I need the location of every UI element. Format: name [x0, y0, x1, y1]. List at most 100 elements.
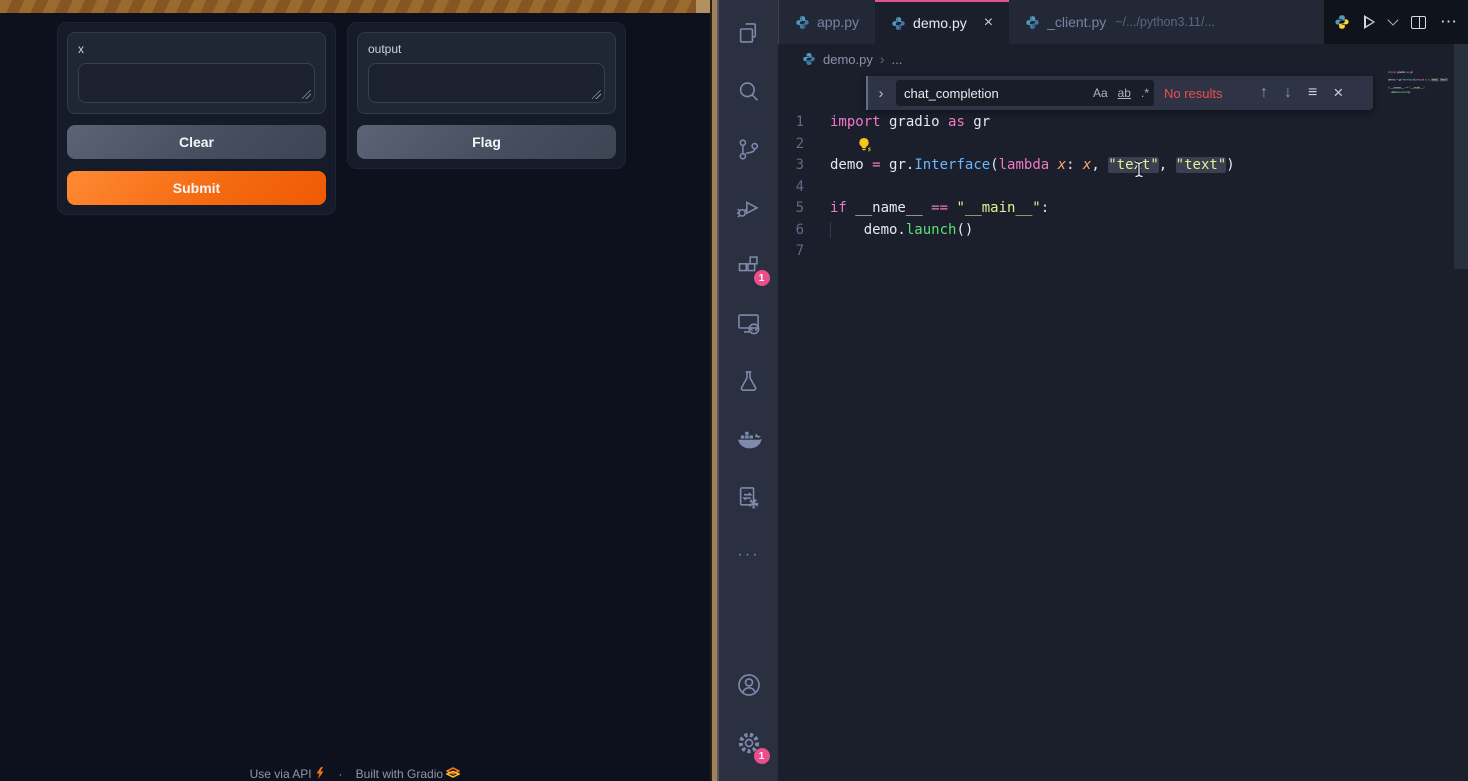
- breadcrumb-file[interactable]: demo.py: [823, 52, 873, 67]
- code-token: launch: [1400, 90, 1409, 93]
- gradio-footer: Use via API · Built with Gradio: [0, 767, 710, 781]
- code-line[interactable]: 5if __name__ == "__main__":: [778, 198, 1452, 220]
- code-token: =: [872, 157, 880, 173]
- remote-explorer-icon[interactable]: [725, 299, 773, 347]
- code-token: gr.: [881, 157, 915, 173]
- code-token: ,: [1159, 157, 1176, 173]
- tab-path-description: ~/.../python3.11/...: [1115, 15, 1215, 29]
- more-actions-icon[interactable]: ⋯: [1440, 12, 1458, 32]
- code-text: [830, 241, 838, 263]
- line-number: 5: [778, 198, 830, 220]
- split-editor-icon[interactable]: [1411, 16, 1426, 29]
- code-token: ): [1226, 157, 1234, 173]
- code-token: gradio: [881, 114, 948, 130]
- clear-button[interactable]: Clear: [67, 125, 326, 159]
- gradio-app-pane: x Clear Submit output Flag Use via API ·…: [0, 0, 710, 781]
- python-file-icon: [802, 52, 816, 66]
- activity-bar: 1 ··· 1: [719, 0, 778, 781]
- editor-region: app.py demo.py × _client.py ~/.../python…: [778, 0, 1468, 781]
- code-text: [830, 177, 838, 199]
- tab-client-py[interactable]: _client.py ~/.../python3.11/...: [1009, 0, 1231, 44]
- code-text: demo.launch(): [1388, 90, 1410, 94]
- line-number: 2: [778, 134, 830, 156]
- code-token: (): [1408, 90, 1410, 93]
- code-token: "text": [1176, 157, 1227, 173]
- testing-icon[interactable]: [725, 357, 773, 405]
- accounts-icon[interactable]: [725, 661, 773, 709]
- settings-badge: 1: [754, 748, 770, 764]
- code-token: x: [1058, 157, 1066, 173]
- editor-actions: ⋯: [1324, 0, 1468, 44]
- activity-bar-top: 1 ···: [725, 0, 773, 589]
- code-editor[interactable]: 1import gradio as gr2 3demo = gr.Interfa…: [778, 74, 1452, 263]
- more-views-icon[interactable]: ···: [725, 531, 773, 579]
- code-token: demo.: [864, 222, 906, 238]
- code-token: ): [1447, 78, 1448, 81]
- code-token: demo.: [1391, 90, 1399, 93]
- progress-stripe-end: [696, 0, 710, 13]
- tab-app-py[interactable]: app.py: [779, 0, 875, 44]
- extensions-icon[interactable]: 1: [725, 241, 773, 289]
- code-line[interactable]: 7: [778, 241, 1452, 263]
- code-token: "__main__": [1409, 86, 1424, 89]
- output-textarea[interactable]: [368, 63, 605, 103]
- code-token: gr: [1409, 70, 1412, 73]
- python-file-icon: [891, 16, 906, 31]
- tab-label: _client.py: [1047, 14, 1106, 30]
- code-token: lambda: [1415, 78, 1425, 81]
- code-text: import gradio as gr: [830, 112, 990, 134]
- input-column-panel: x Clear Submit: [57, 22, 336, 215]
- output-label: output: [368, 42, 605, 56]
- code-line[interactable]: 4: [778, 177, 1452, 199]
- code-action-lightbulb-icon[interactable]: [856, 137, 872, 158]
- run-debug-icon[interactable]: [725, 183, 773, 231]
- editor-scrollbar[interactable]: [1454, 44, 1468, 269]
- tab-demo-py[interactable]: demo.py ×: [875, 0, 1009, 44]
- resize-grip-icon[interactable]: [592, 90, 601, 99]
- line-number: 4: [778, 177, 830, 199]
- built-with-gradio-link[interactable]: Built with Gradio: [356, 767, 443, 781]
- line-number: 3: [778, 155, 830, 177]
- use-via-api-link[interactable]: Use via API: [250, 767, 312, 781]
- resize-grip-icon[interactable]: [302, 90, 311, 99]
- python-file-icon: [1025, 15, 1040, 30]
- window-divider[interactable]: [710, 0, 719, 781]
- code-token: ,: [1091, 157, 1108, 173]
- code-line[interactable]: 6 demo.launch(): [778, 220, 1452, 242]
- search-icon[interactable]: [725, 67, 773, 115]
- code-token: import: [1388, 70, 1396, 73]
- code-token: (): [956, 222, 973, 238]
- code-line[interactable]: 1import gradio as gr: [778, 112, 1452, 134]
- code-token: :: [1066, 157, 1083, 173]
- breadcrumb: demo.py › ...: [778, 44, 1468, 74]
- code-runner-settings-icon[interactable]: [725, 473, 773, 521]
- minimap-line: [1388, 94, 1452, 98]
- python-interpreter-icon[interactable]: [1334, 14, 1350, 30]
- code-line[interactable]: 2: [778, 134, 1452, 156]
- docker-icon[interactable]: [725, 415, 773, 463]
- code-text: if __name__ == "__main__":: [830, 198, 1049, 220]
- code-token: [1049, 157, 1057, 173]
- settings-gear-icon[interactable]: 1: [725, 719, 773, 767]
- line-number: 7: [778, 241, 830, 263]
- progress-stripe-bar: [0, 0, 710, 13]
- code-token: as: [948, 114, 965, 130]
- code-token: demo: [830, 157, 872, 173]
- minimap[interactable]: import gradio as gr demo = gr.Interface(…: [1388, 70, 1452, 130]
- tab-label: app.py: [817, 14, 859, 30]
- input-label: x: [78, 42, 315, 56]
- submit-button[interactable]: Submit: [67, 171, 326, 205]
- breadcrumb-symbol-ellipsis[interactable]: ...: [892, 52, 903, 67]
- code-token: launch: [906, 222, 957, 238]
- run-python-file-button[interactable]: [1364, 15, 1375, 29]
- footer-separator: ·: [338, 767, 342, 781]
- flag-button[interactable]: Flag: [357, 125, 616, 159]
- code-line[interactable]: 3demo = gr.Interface(lambda x: x, "text"…: [778, 155, 1452, 177]
- tab-close-icon[interactable]: ×: [984, 15, 993, 31]
- input-textarea[interactable]: [78, 63, 315, 103]
- code-token: lambda: [999, 157, 1050, 173]
- explorer-icon[interactable]: [725, 9, 773, 57]
- source-control-icon[interactable]: [725, 125, 773, 173]
- run-dropdown-chevron-icon[interactable]: [1389, 20, 1397, 24]
- line-number: 1: [778, 112, 830, 134]
